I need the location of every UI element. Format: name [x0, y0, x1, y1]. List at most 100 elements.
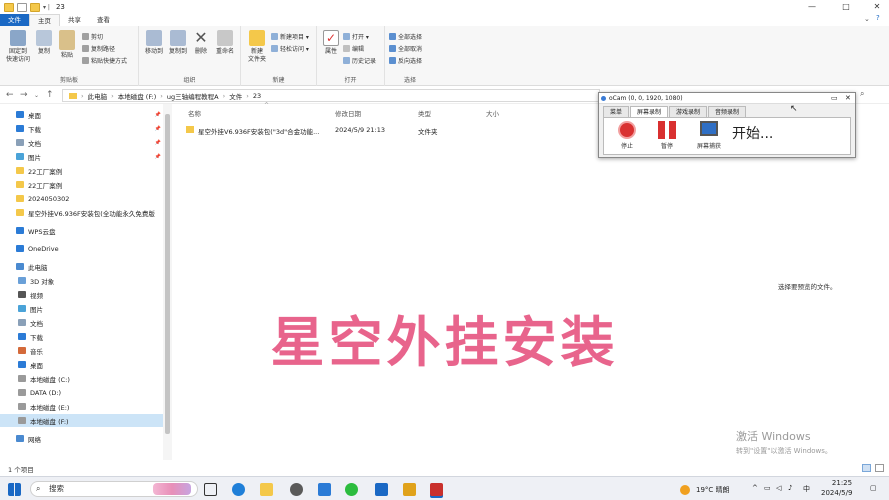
paste-button[interactable]: 粘贴	[56, 30, 78, 60]
ocam-capture-button[interactable]: 屏幕捕获	[694, 121, 724, 150]
tab-file[interactable]: 文件	[0, 14, 29, 26]
network-icon[interactable]: ▭	[764, 484, 771, 492]
pin-icon[interactable]: 📌	[155, 154, 161, 160]
sidebar-item[interactable]: WPS云盘	[0, 224, 163, 237]
search-icon[interactable]: ⌕	[860, 89, 884, 102]
sidebar-item[interactable]: 网络	[0, 432, 163, 445]
properties-button[interactable]: ✓ 属性	[321, 30, 341, 56]
properties-quick-icon[interactable]	[17, 2, 27, 12]
back-arrow-icon[interactable]: ←	[6, 89, 14, 102]
large-icons-view-icon[interactable]	[875, 464, 884, 472]
sidebar-item[interactable]: DATA (D:)	[0, 386, 163, 399]
app-icon[interactable]	[403, 483, 416, 496]
column-size[interactable]: 大小	[486, 108, 499, 118]
move-to-button[interactable]: 移动到	[143, 30, 165, 56]
ribbon-expand-icon[interactable]: ⌄	[864, 15, 870, 23]
ocam-tab-menu[interactable]: 菜单	[603, 106, 630, 117]
breadcrumb-item[interactable]: 本地磁盘 (F:)	[118, 91, 157, 101]
weather-text[interactable]: 19°C 晴朗	[696, 485, 730, 495]
minimize-button[interactable]: —	[801, 0, 823, 14]
nav-scrollbar[interactable]	[163, 104, 172, 460]
input-method-indicator[interactable]: 中	[803, 484, 810, 494]
new-item-button[interactable]: 新建项目 ▾	[271, 32, 309, 41]
sidebar-item[interactable]: 图片 📌	[0, 150, 163, 163]
quick-access-dropdown-icon[interactable]: ▾ |	[43, 4, 50, 11]
task-view-icon[interactable]	[204, 483, 217, 496]
pin-icon[interactable]: 📌	[155, 112, 161, 118]
notification-icon[interactable]: ▢	[870, 484, 877, 492]
pin-icon[interactable]: 📌	[155, 140, 161, 146]
close-button[interactable]: ✕	[866, 0, 888, 14]
sidebar-item[interactable]: 3D 对象	[0, 274, 163, 287]
address-breadcrumb[interactable]: › 此电脑 › 本地磁盘 (F:) › ug三轴编程教程A › 文件 › 23	[62, 89, 600, 102]
nav-scrollbar-thumb[interactable]	[165, 114, 170, 434]
sidebar-item[interactable]: 22工厂案例	[0, 178, 163, 191]
ocam-tab-screen-record[interactable]: 屏幕录制	[630, 106, 669, 117]
invert-selection-button[interactable]: 反向选择	[389, 56, 422, 65]
tray-overflow-icon[interactable]: ^	[752, 484, 758, 492]
windows-start-icon[interactable]	[8, 483, 21, 496]
tab-share[interactable]: 共享	[60, 14, 89, 26]
ocam-minimize-button[interactable]: ▭	[831, 93, 838, 104]
table-row[interactable]: 星空外挂V6.936F安装包("3d"合金功能... 2024/5/9 21:1…	[180, 124, 600, 137]
sidebar-item[interactable]: 文档 📌	[0, 136, 163, 149]
new-folder-quick-icon[interactable]	[30, 2, 40, 12]
paste-shortcut-button[interactable]: 粘贴快捷方式	[82, 56, 127, 65]
ocam-pause-button[interactable]: 暂停	[654, 121, 680, 150]
tab-home[interactable]: 主页	[29, 14, 60, 26]
rename-button[interactable]: 重命名	[213, 30, 237, 56]
history-button[interactable]: 历史记录	[343, 56, 376, 65]
help-icon[interactable]: ?	[876, 14, 880, 22]
select-all-button[interactable]: 全部选择	[389, 32, 422, 41]
ocam-tab-audio-record[interactable]: 音频录制	[708, 106, 747, 117]
sidebar-item[interactable]: 22工厂案例	[0, 164, 163, 177]
recent-locations-chevron-icon[interactable]: ⌄	[34, 89, 39, 102]
cut-button[interactable]: 剪切	[82, 32, 103, 41]
ocam-tab-game-record[interactable]: 游戏录制	[669, 106, 708, 117]
taskbar-search-box[interactable]: ⌕ 搜索	[30, 481, 198, 497]
maximize-button[interactable]: □	[835, 0, 857, 14]
breadcrumb-item[interactable]: 文件	[229, 91, 242, 101]
pin-quick-access-button[interactable]: 固定到 快速访问	[4, 30, 32, 64]
wechat-icon[interactable]	[345, 483, 358, 496]
sidebar-item[interactable]: 桌面 📌	[0, 108, 163, 121]
sidebar-item[interactable]: 下载 📌	[0, 122, 163, 135]
tab-view[interactable]: 查看	[89, 14, 118, 26]
clock-time[interactable]: 21:25	[827, 479, 857, 487]
sidebar-item[interactable]: 本地磁盘 (F:)	[0, 414, 163, 427]
breadcrumb-item[interactable]: 此电脑	[88, 91, 108, 101]
copy-path-button[interactable]: 复制路径	[82, 44, 115, 53]
sidebar-item[interactable]: 此电脑	[0, 260, 163, 273]
file-explorer-icon[interactable]	[260, 483, 273, 496]
copy-button[interactable]: 复制	[34, 30, 54, 56]
clock-date[interactable]: 2024/5/9	[821, 489, 852, 497]
mail-icon[interactable]	[375, 483, 388, 496]
details-view-icon[interactable]	[862, 464, 871, 472]
column-date[interactable]: 修改日期	[335, 108, 361, 118]
edge-browser-icon[interactable]	[232, 483, 245, 496]
breadcrumb-item[interactable]: ug三轴编程教程A	[167, 91, 219, 101]
forward-arrow-icon[interactable]: →	[20, 89, 28, 102]
column-name[interactable]: 名称	[188, 108, 201, 118]
open-button[interactable]: 打开 ▾	[343, 32, 369, 41]
copy-to-button[interactable]: 复制到	[167, 30, 189, 56]
easy-access-button[interactable]: 轻松访问 ▾	[271, 44, 309, 53]
edit-button[interactable]: 编辑	[343, 44, 364, 53]
ocam-close-button[interactable]: ✕	[845, 93, 851, 104]
pin-icon[interactable]: 📌	[155, 126, 161, 132]
sidebar-item[interactable]: 星空外挂V6.936F安装包(全功能永久免费版	[0, 206, 163, 219]
breadcrumb-item[interactable]: 23	[253, 92, 261, 100]
delete-button[interactable]: ✕ 删除	[191, 30, 211, 56]
app-icon[interactable]	[290, 483, 303, 496]
up-arrow-icon[interactable]: ↑	[46, 89, 54, 102]
sidebar-item[interactable]: OneDrive	[0, 242, 163, 255]
ocam-taskbar-icon[interactable]	[430, 483, 443, 496]
app-icon[interactable]	[318, 483, 331, 496]
sidebar-item[interactable]: 本地磁盘 (E:)	[0, 400, 163, 413]
column-type[interactable]: 类型	[418, 108, 431, 118]
speaker-icon[interactable]: ♪	[788, 484, 792, 492]
new-folder-button[interactable]: 新建 文件夹	[245, 30, 269, 64]
ocam-stop-button[interactable]: 停止	[614, 121, 640, 150]
volume-icon[interactable]: ◁	[776, 484, 781, 492]
select-none-button[interactable]: 全部取消	[389, 44, 422, 53]
